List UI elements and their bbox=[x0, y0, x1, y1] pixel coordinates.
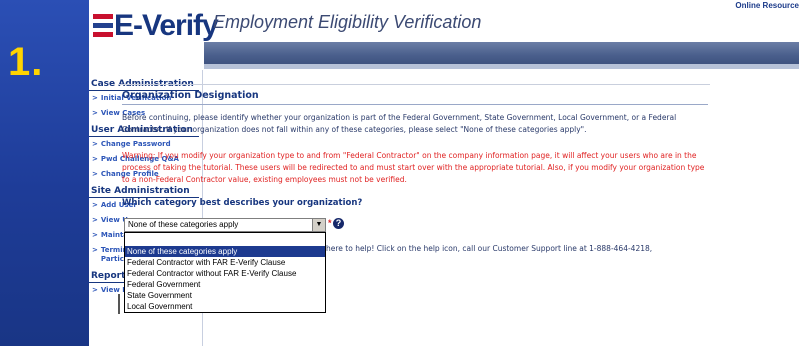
chevron-right-icon: > bbox=[92, 216, 98, 224]
online-resources-link[interactable]: Online Resource bbox=[735, 1, 799, 10]
chevron-right-icon: > bbox=[92, 286, 98, 294]
dropdown-option[interactable]: Local Government bbox=[125, 301, 325, 312]
flag-stripes-icon bbox=[93, 11, 113, 41]
intro-text: Before continuing, please identify wheth… bbox=[122, 113, 677, 134]
dropdown-option[interactable]: State Government bbox=[125, 290, 325, 301]
header-banner bbox=[204, 42, 799, 64]
chevron-right-icon: > bbox=[92, 231, 98, 239]
main-content: Organization Designation Before continui… bbox=[118, 84, 710, 346]
chevron-right-icon: > bbox=[92, 155, 98, 163]
organization-category-select[interactable]: None of these categories apply ▼ bbox=[124, 218, 326, 232]
dropdown-option[interactable]: Federal Contractor with FAR E-Verify Cla… bbox=[125, 257, 325, 268]
category-dropdown-list: None of these categories apply Federal Co… bbox=[124, 232, 326, 313]
step-number: 1. bbox=[8, 40, 44, 84]
chevron-right-icon: > bbox=[92, 94, 98, 102]
hidden-button-edge bbox=[118, 294, 120, 314]
header-stripe bbox=[204, 64, 799, 69]
chevron-right-icon: > bbox=[92, 246, 98, 254]
content-top-rule bbox=[118, 84, 710, 85]
everify-logo[interactable]: E-Verify bbox=[93, 8, 219, 44]
chevron-down-icon[interactable]: ▼ bbox=[312, 219, 325, 231]
warning-text: Warning: If you modify your organization… bbox=[122, 151, 705, 184]
help-text: here to help! Click on the help icon, ca… bbox=[326, 244, 653, 253]
help-icon[interactable]: ? bbox=[333, 218, 344, 229]
dropdown-blank-row bbox=[125, 233, 325, 246]
chevron-right-icon: > bbox=[92, 201, 98, 209]
dropdown-option[interactable]: None of these categories apply bbox=[125, 246, 325, 257]
page-title: Organization Designation bbox=[122, 90, 259, 101]
chevron-right-icon: > bbox=[92, 109, 98, 117]
required-marker: * bbox=[328, 218, 332, 228]
category-question: Which category best describes your organ… bbox=[122, 198, 363, 208]
dropdown-option[interactable]: Federal Government bbox=[125, 279, 325, 290]
dropdown-option[interactable]: Federal Contractor without FAR E-Verify … bbox=[125, 268, 325, 279]
header-title: Employment Eligibility Verification bbox=[213, 12, 482, 32]
title-divider bbox=[122, 104, 708, 105]
select-current-value: None of these categories apply bbox=[128, 220, 239, 229]
chevron-right-icon: > bbox=[92, 140, 98, 148]
chevron-right-icon: > bbox=[92, 170, 98, 178]
site-header: E-Verify Employment Eligibility Verifica… bbox=[89, 0, 799, 78]
logo-text: E-Verify bbox=[114, 9, 219, 42]
